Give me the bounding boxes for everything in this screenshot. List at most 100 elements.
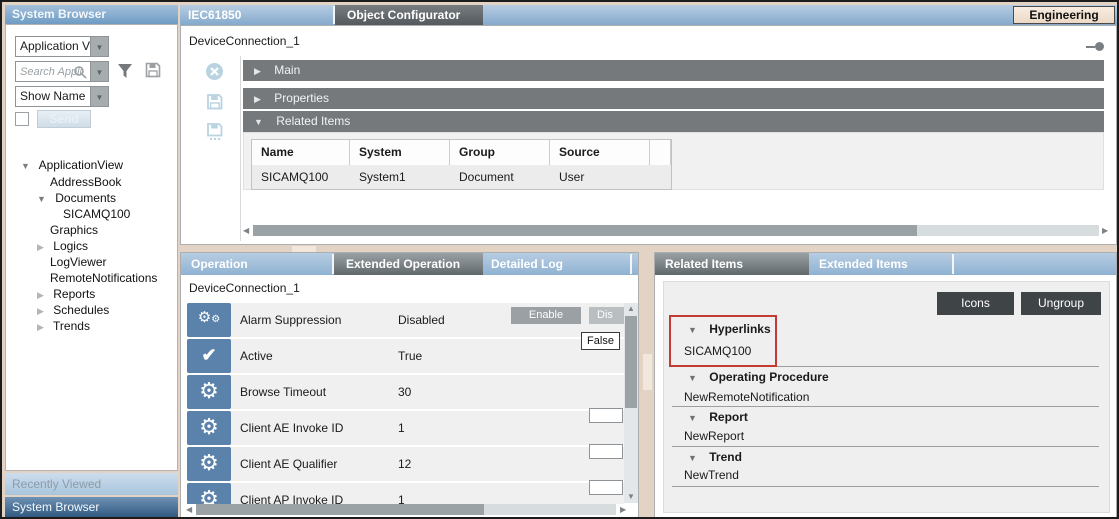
tree-item-reports[interactable]: ▶ Reports — [37, 287, 95, 301]
operation-panel: Operation Extended Operation Detailed Lo… — [180, 252, 639, 519]
recently-viewed-bar[interactable]: Recently Viewed — [5, 473, 178, 495]
editor-title: DeviceConnection_1 — [189, 34, 300, 48]
save-filter-icon[interactable] — [144, 61, 162, 79]
show-name-value[interactable]: Show Name — [15, 86, 91, 107]
tree-item-schedules[interactable]: ▶ Schedules — [37, 303, 109, 317]
list-item-newtrend[interactable]: NewTrend — [684, 468, 739, 482]
triangle-collapsed-icon[interactable]: ▶ — [37, 322, 44, 332]
operation-title: DeviceConnection_1 — [189, 281, 300, 295]
pin-icon[interactable] — [1086, 42, 1104, 51]
row-active[interactable]: ✔ Active True — [187, 339, 624, 373]
ungroup-button[interactable]: Ungroup — [1021, 292, 1101, 315]
editor-hscrollbar[interactable] — [253, 225, 1099, 236]
send-button[interactable]: Send — [37, 110, 91, 128]
scroll-left-icon[interactable]: ◀ — [243, 225, 249, 237]
triangle-expanded-icon[interactable]: ▼ — [688, 413, 697, 423]
tree-item-logviewer[interactable]: LogViewer — [50, 255, 106, 269]
gear-icon: ⚙ — [187, 483, 231, 504]
icons-button[interactable]: Icons — [937, 292, 1014, 315]
value-input[interactable] — [589, 444, 623, 459]
system-browser-bar[interactable]: System Browser — [5, 497, 178, 518]
close-icon[interactable] — [205, 62, 223, 80]
row-browse-timeout[interactable]: ⚙ Browse Timeout 30 — [187, 375, 624, 409]
value-input[interactable] — [589, 480, 623, 495]
group-divider — [672, 446, 1099, 447]
tree-item-documents[interactable]: ▼ Documents — [37, 191, 116, 205]
triangle-collapsed-icon[interactable]: ▶ — [37, 306, 44, 316]
check-icon: ✔ — [187, 339, 231, 373]
editor-panel: DeviceConnection_1 ▶ Main ▶ Properties — [180, 25, 1117, 245]
tab-extended-operation[interactable]: Extended Operation — [334, 253, 483, 275]
tab-operation[interactable]: Operation — [191, 253, 248, 275]
search-input[interactable]: Search Appli — [15, 61, 91, 82]
section-related-items[interactable]: ▼ Related Items — [243, 111, 1104, 132]
tree-item-graphics[interactable]: Graphics — [50, 223, 98, 237]
tree-item-addressbook[interactable]: AddressBook — [50, 175, 121, 189]
engineering-button[interactable]: Engineering — [1013, 6, 1115, 24]
triangle-expanded-icon[interactable]: ▼ — [688, 453, 697, 463]
triangle-expanded-icon[interactable]: ▼ — [21, 161, 30, 171]
scroll-left-icon[interactable]: ◀ — [186, 504, 192, 516]
column-header-source[interactable]: Source — [550, 140, 650, 165]
chevron-down-icon[interactable]: ▼ — [91, 86, 109, 107]
group-operating-procedure[interactable]: ▼ Operating Procedure — [672, 370, 829, 384]
scrollbar-thumb[interactable] — [253, 225, 917, 236]
gear-icon: ⚙ — [187, 375, 231, 409]
list-item-newreport[interactable]: NewReport — [684, 429, 744, 443]
triangle-collapsed-icon[interactable]: ▶ — [37, 290, 44, 300]
triangle-collapsed-icon[interactable]: ▶ — [37, 242, 44, 252]
column-header-system[interactable]: System — [350, 140, 450, 165]
table-row[interactable]: SICAMQ100 System1 Document User — [252, 165, 671, 189]
scroll-right-icon[interactable]: ▶ — [620, 504, 626, 516]
triangle-expanded-icon[interactable]: ▼ — [37, 194, 46, 204]
enable-button[interactable]: Enable — [511, 307, 581, 324]
chevron-down-icon[interactable]: ▼ — [91, 36, 109, 57]
operation-vscrollbar[interactable]: ▲ ▼ — [624, 303, 638, 503]
section-properties[interactable]: ▶ Properties — [243, 88, 1104, 109]
vertical-splitter-handle[interactable] — [643, 354, 652, 390]
tab-object-configurator[interactable]: Object Configurator — [335, 5, 483, 25]
column-header-name[interactable]: Name — [252, 140, 350, 165]
column-header-group[interactable]: Group — [450, 140, 550, 165]
tab-iec61850[interactable]: IEC61850 — [188, 5, 241, 25]
scrollbar-thumb[interactable] — [625, 316, 637, 408]
tree-item-remotenotifications[interactable]: RemoteNotifications — [50, 271, 157, 285]
operation-hscrollbar[interactable]: ◀ ▶ — [186, 503, 638, 516]
triangle-expanded-icon: ▼ — [254, 117, 263, 127]
search-icon — [73, 65, 87, 79]
section-main[interactable]: ▶ Main — [243, 60, 1104, 81]
save-icon[interactable] — [205, 92, 223, 110]
disable-button[interactable]: Dis — [589, 307, 624, 324]
triangle-expanded-icon[interactable]: ▼ — [688, 373, 697, 383]
row-client-ae-invoke-id[interactable]: ⚙ Client AE Invoke ID 1 — [187, 411, 624, 445]
tab-detailed-log[interactable]: Detailed Log — [491, 253, 563, 275]
sidebar-title: System Browser — [12, 7, 106, 21]
scroll-right-icon[interactable]: ▶ — [1102, 225, 1108, 237]
scroll-up-icon[interactable]: ▲ — [624, 303, 638, 315]
scroll-down-icon[interactable]: ▼ — [624, 491, 638, 503]
filter-icon[interactable] — [116, 62, 134, 80]
tab-extended-items[interactable]: Extended Items — [819, 253, 908, 275]
list-item-newremotenotification[interactable]: NewRemoteNotification — [684, 390, 809, 404]
group-report[interactable]: ▼ Report — [672, 410, 748, 424]
row-client-ap-invoke-id[interactable]: ⚙ Client AP Invoke ID 1 — [187, 483, 624, 504]
value-input[interactable] — [589, 408, 623, 423]
false-button[interactable]: False — [581, 332, 620, 350]
view-dropdown-value[interactable]: Application Vie — [15, 36, 91, 57]
tree-item-trends[interactable]: ▶ Trends — [37, 319, 90, 333]
send-checkbox[interactable] — [15, 112, 29, 126]
group-divider — [672, 486, 1099, 487]
group-trend[interactable]: ▼ Trend — [672, 450, 742, 464]
save-as-icon[interactable] — [205, 122, 223, 140]
tab-related-items[interactable]: Related Items — [655, 253, 809, 275]
related-items-table: Name System Group Source SICAMQ100 Syste… — [251, 139, 672, 190]
show-name-dropdown[interactable]: Show Name ▼ — [15, 86, 109, 107]
row-client-ae-qualifier[interactable]: ⚙ Client AE Qualifier 12 — [187, 447, 624, 481]
view-dropdown[interactable]: Application Vie ▼ — [15, 36, 109, 57]
tree-item-sicamq100[interactable]: SICAMQ100 — [63, 207, 130, 221]
chevron-down-icon[interactable]: ▼ — [91, 61, 109, 82]
scrollbar-thumb[interactable] — [196, 504, 484, 515]
tree-item-applicationview[interactable]: ▼ ApplicationView — [21, 158, 123, 172]
row-alarm-suppression[interactable]: ⚙⚙ Alarm Suppression Disabled Enable Dis — [187, 303, 624, 337]
tree-item-logics[interactable]: ▶ Logics — [37, 239, 88, 253]
